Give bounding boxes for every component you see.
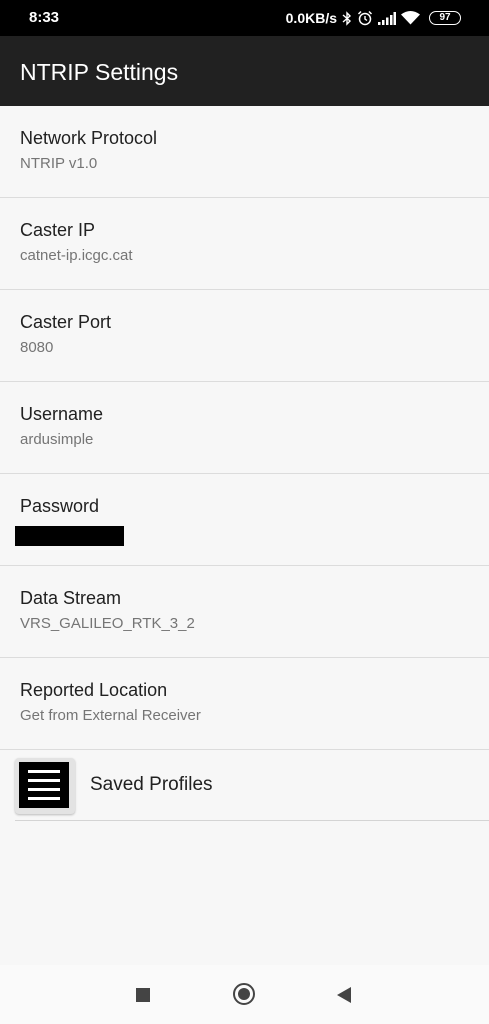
alarm-icon bbox=[357, 10, 373, 26]
status-bar: 8:33 0.0KB/s 97 bbox=[0, 0, 489, 36]
battery-icon: 97 bbox=[429, 11, 461, 25]
net-speed: 0.0KB/s bbox=[285, 10, 337, 26]
recent-apps-icon[interactable] bbox=[136, 988, 150, 1002]
wifi-icon bbox=[401, 11, 420, 25]
pref-title: Network Protocol bbox=[20, 128, 158, 148]
bluetooth-icon bbox=[342, 10, 352, 26]
pref-summary: 8080 bbox=[20, 339, 54, 356]
settings-list: Network Protocol NTRIP v1.0 Caster IP ca… bbox=[0, 106, 489, 750]
pref-summary: ardusimple bbox=[20, 431, 94, 448]
pref-title: Data Stream bbox=[20, 588, 122, 608]
navigation-bar bbox=[0, 965, 489, 1024]
pref-network-protocol[interactable]: Network Protocol NTRIP v1.0 bbox=[0, 106, 489, 198]
pref-summary: catnet-ip.icgc.cat bbox=[20, 247, 133, 264]
password-redaction bbox=[15, 526, 124, 546]
pref-username[interactable]: Username ardusimple bbox=[0, 382, 489, 474]
page-title: NTRIP Settings bbox=[20, 59, 179, 85]
status-icons: 0.0KB/s 97 bbox=[286, 0, 461, 36]
saved-profiles-button[interactable]: Saved Profiles bbox=[15, 750, 489, 821]
signal-icon bbox=[378, 11, 396, 25]
pref-data-stream[interactable]: Data Stream VRS_GALILEO_RTK_3_2 bbox=[0, 566, 489, 658]
saved-profiles-label: Saved Profiles bbox=[90, 774, 213, 795]
status-time: 8:33 bbox=[29, 9, 60, 26]
pref-password[interactable]: Password bbox=[0, 474, 489, 566]
pref-title: Password bbox=[20, 496, 100, 516]
back-icon[interactable] bbox=[337, 987, 351, 1003]
pref-title: Username bbox=[20, 404, 104, 424]
pref-title: Reported Location bbox=[20, 680, 168, 700]
pref-caster-port[interactable]: Caster Port 8080 bbox=[0, 290, 489, 382]
list-icon bbox=[15, 758, 75, 814]
pref-summary: VRS_GALILEO_RTK_3_2 bbox=[20, 615, 195, 632]
pref-title: Caster Port bbox=[20, 312, 112, 332]
pref-summary: NTRIP v1.0 bbox=[20, 155, 98, 172]
pref-summary: Get from External Receiver bbox=[20, 707, 201, 724]
pref-title: Caster IP bbox=[20, 220, 96, 240]
app-bar: NTRIP Settings bbox=[0, 36, 489, 106]
pref-reported-location[interactable]: Reported Location Get from External Rece… bbox=[0, 658, 489, 750]
home-icon[interactable] bbox=[233, 983, 255, 1005]
pref-caster-ip[interactable]: Caster IP catnet-ip.icgc.cat bbox=[0, 198, 489, 290]
